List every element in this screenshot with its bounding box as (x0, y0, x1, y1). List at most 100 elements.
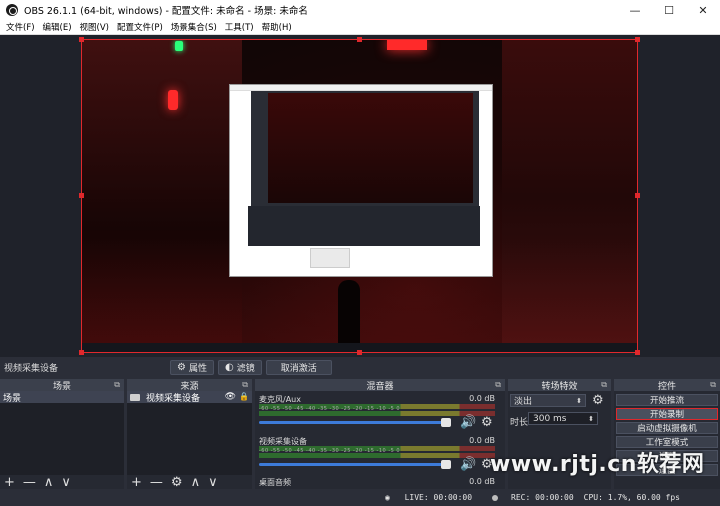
maximize-button[interactable]: ☐ (652, 0, 686, 20)
lock-icon[interactable]: 🔒 (239, 392, 249, 401)
close-button[interactable]: ✕ (686, 0, 720, 20)
add-source-icon[interactable]: + (131, 476, 142, 489)
resize-handle-bl[interactable] (79, 350, 84, 355)
camera-icon (130, 393, 140, 401)
menu-tools[interactable]: 工具(T) (225, 21, 254, 33)
properties-button[interactable]: ⚙ 属性 (170, 359, 214, 375)
source-toolbar: 视频采集设备 ⚙ 属性 ◐ 滤镜 取消激活 (0, 357, 720, 377)
preview-canvas[interactable] (81, 39, 638, 353)
spinner-icon[interactable]: ⬍ (588, 415, 594, 423)
duration-input[interactable]: 300 ms ⬍ (528, 412, 598, 425)
undock-icon[interactable]: ⧉ (495, 380, 501, 390)
track-name: 桌面音频 (259, 478, 291, 487)
move-up-icon[interactable]: ∧ (44, 476, 54, 489)
status-bar: ◉ LIVE: 00:00:00 REC: 00:00:00 CPU: 1.7%… (0, 489, 720, 506)
filters-label: 滤镜 (236, 363, 255, 374)
live-status: ◉ LIVE: 00:00:00 (375, 493, 472, 502)
resize-handle-tl[interactable] (79, 37, 84, 42)
add-scene-icon[interactable]: + (4, 476, 15, 489)
filter-icon: ◐ (224, 361, 234, 373)
rec-status: REC: 00:00:00 (482, 493, 574, 502)
track-db: 0.0 dB (469, 394, 495, 403)
captured-screen-window (229, 84, 493, 277)
site-watermark: www.rjtj.cn软荐网 (490, 452, 705, 477)
transitions-title: 转场特效 (541, 381, 578, 392)
undock-icon[interactable]: ⧉ (242, 380, 248, 390)
duration-label: 时长 (510, 418, 529, 428)
mixer-track-desktop: 桌面音频 0.0 dB (257, 477, 497, 487)
undock-icon[interactable]: ⧉ (601, 380, 607, 390)
track-db: 0.0 dB (469, 477, 495, 486)
window-title: OBS 26.1.1 (64-bit, windows) - 配置文件: 未命名… (24, 6, 308, 17)
resize-handle-r[interactable] (635, 193, 640, 198)
menu-file[interactable]: 文件(F) (6, 21, 35, 33)
red-traffic-light (168, 90, 178, 110)
move-up-icon[interactable]: ∧ (191, 476, 201, 489)
volume-slider[interactable] (259, 418, 451, 427)
chevron-updown-icon: ⬍ (576, 396, 582, 405)
slider-knob[interactable] (441, 418, 451, 427)
remove-source-icon[interactable]: — (150, 476, 163, 489)
scene-item[interactable]: 场景 (0, 391, 124, 404)
rec-dot-icon (492, 494, 499, 501)
transition-selected: 淡出 (514, 397, 533, 407)
source-properties-gear-icon[interactable]: ⚙ (171, 476, 183, 489)
deactivate-button[interactable]: 取消激活 (265, 359, 332, 375)
track-db: 0.0 dB (469, 436, 495, 445)
mixer-title: 混音器 (366, 381, 394, 392)
menu-view[interactable]: 视图(V) (80, 21, 109, 33)
resize-handle-t[interactable] (357, 37, 362, 42)
menu-profile[interactable]: 配置文件(P) (117, 21, 163, 33)
undock-icon[interactable]: ⧉ (710, 380, 716, 390)
menu-edit[interactable]: 编辑(E) (43, 21, 72, 33)
resize-handle-br[interactable] (635, 350, 640, 355)
mute-speaker-icon[interactable]: 🔊 (460, 415, 476, 430)
live-time: LIVE: 00:00:00 (404, 493, 473, 502)
visibility-eye-icon[interactable]: 👁 (225, 392, 236, 402)
menu-scene-collection[interactable]: 场景集合(S) (171, 21, 217, 33)
start-streaming-button[interactable]: 开始推流 (616, 394, 718, 406)
menu-bar: 文件(F) 编辑(E) 视图(V) 配置文件(P) 场景集合(S) 工具(T) … (0, 20, 720, 35)
transitions-header: 转场特效 ⧉ (508, 379, 611, 392)
remove-scene-icon[interactable]: — (23, 476, 36, 489)
sources-toolbar: + — ⚙ ∧ ∨ (127, 475, 252, 489)
resize-handle-tr[interactable] (635, 37, 640, 42)
track-gear-icon[interactable]: ⚙ (481, 415, 493, 430)
transition-select[interactable]: 淡出 ⬍ (510, 394, 586, 407)
filters-button[interactable]: ◐ 滤镜 (217, 359, 262, 375)
green-traffic-light (175, 41, 183, 51)
menu-help[interactable]: 帮助(H) (262, 21, 292, 33)
window-titlebar: OBS 26.1.1 (64-bit, windows) - 配置文件: 未命名… (0, 0, 720, 20)
audio-mixer-dock: 混音器 ⧉ 麦克风/Aux 0.0 dB -60 -55 -50 -45 -40… (255, 379, 505, 489)
source-item[interactable]: 视频采集设备 👁 🔒 (127, 391, 252, 404)
start-recording-button[interactable]: 开始录制 (616, 408, 718, 420)
cpu-status: CPU: 1.7%, 60.00 fps (583, 493, 680, 502)
mixer-header: 混音器 ⧉ (255, 379, 505, 392)
selected-source-name: 视频采集设备 (4, 363, 59, 374)
move-down-icon[interactable]: ∨ (208, 476, 218, 489)
sources-dock: 来源 ⧉ 视频采集设备 👁 🔒 + — ⚙ ∧ ∨ (127, 379, 252, 489)
transition-gear-icon[interactable]: ⚙ (592, 393, 604, 408)
scenes-list[interactable]: 场景 (0, 391, 124, 475)
scenes-title: 场景 (52, 381, 71, 392)
meter-ticks: -60 -55 -50 -45 -40 -35 -30 -25 -20 -15 … (259, 406, 401, 412)
sources-header: 来源 ⧉ (127, 379, 252, 392)
move-down-icon[interactable]: ∨ (61, 476, 71, 489)
mixer-body: 麦克风/Aux 0.0 dB -60 -55 -50 -45 -40 -35 -… (255, 391, 505, 489)
red-light-top (387, 40, 427, 50)
sources-list[interactable]: 视频采集设备 👁 🔒 (127, 391, 252, 475)
mixer-track-mic: 麦克风/Aux 0.0 dB -60 -55 -50 -45 -40 -35 -… (257, 394, 497, 434)
duration-value: 300 ms (533, 413, 567, 424)
resize-handle-b[interactable] (357, 350, 362, 355)
slider-knob[interactable] (441, 460, 451, 469)
undock-icon[interactable]: ⧉ (114, 380, 120, 390)
scenes-header: 场景 ⧉ (0, 379, 124, 392)
mute-speaker-icon[interactable]: 🔊 (460, 457, 476, 472)
captured-preview (268, 93, 473, 203)
start-virtual-camera-button[interactable]: 启动虚拟摄像机 (616, 422, 718, 434)
source-item-label: 视频采集设备 (146, 393, 201, 404)
volume-slider[interactable] (259, 460, 451, 469)
resize-handle-l[interactable] (79, 193, 84, 198)
captured-docks (248, 206, 480, 246)
minimize-button[interactable]: — (618, 0, 652, 20)
